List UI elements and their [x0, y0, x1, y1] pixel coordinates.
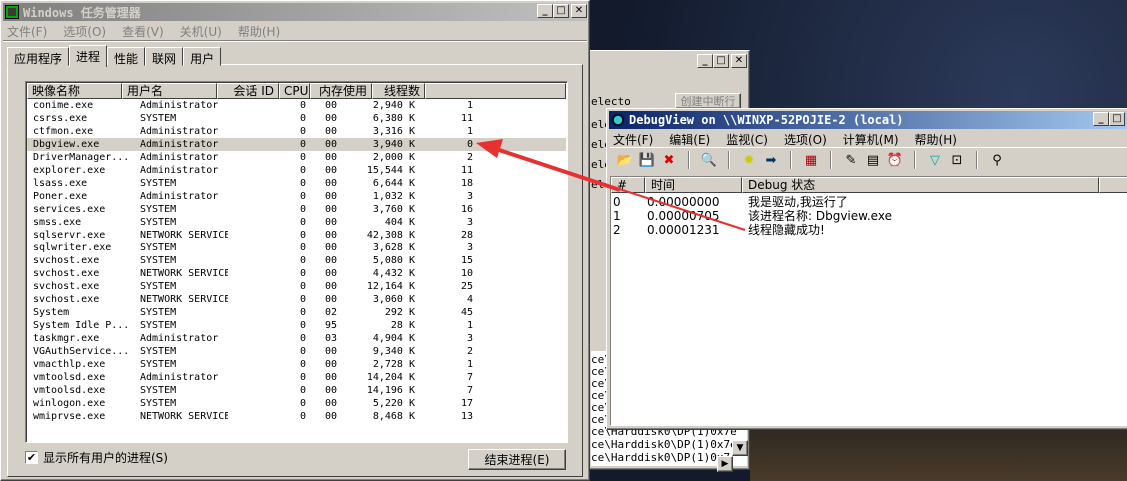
tab-processes[interactable]: 进程 [69, 45, 108, 67]
arrow-shaft-thick [489, 145, 621, 192]
annotation-arrow [476, 139, 746, 231]
arrow-head-icon [476, 139, 503, 158]
